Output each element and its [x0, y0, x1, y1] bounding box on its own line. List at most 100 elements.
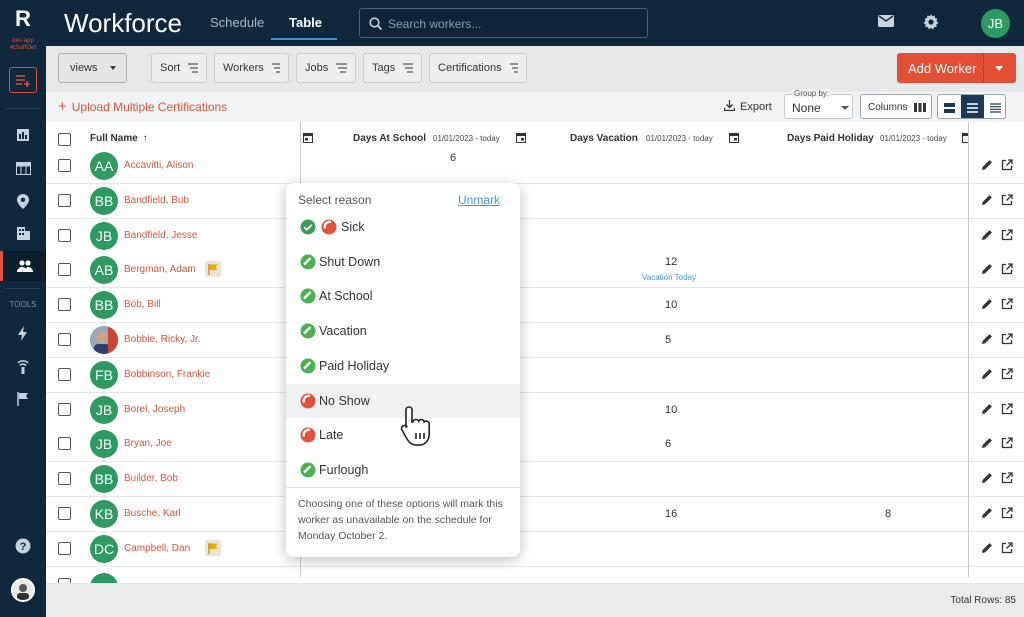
open-external-icon[interactable]: [1001, 368, 1013, 380]
worker-name-link[interactable]: Bandfield, Bub: [124, 195, 189, 206]
row-checkbox[interactable]: [58, 263, 71, 277]
open-external-icon[interactable]: [1001, 194, 1013, 206]
table-row-partial[interactable]: [46, 573, 1024, 584]
unmark-link[interactable]: Unmark: [458, 193, 500, 207]
gear-icon[interactable]: [923, 14, 939, 30]
edit-icon[interactable]: [981, 229, 993, 241]
reason-option-sick[interactable]: Sick: [286, 210, 520, 244]
worker-name-link[interactable]: Accavitti, Alison: [124, 160, 193, 171]
row-checkbox[interactable]: [58, 541, 71, 555]
upload-certifications-link[interactable]: + Upload Multiple Certifications: [58, 98, 227, 115]
row-checkbox[interactable]: [58, 298, 71, 312]
nav-locations[interactable]: [0, 186, 46, 216]
density-comfortable-button[interactable]: [984, 95, 1005, 118]
table-row[interactable]: JB Bandfield, Jesse: [46, 218, 1024, 254]
search-input[interactable]: Search workers...: [359, 8, 648, 38]
col-full-name[interactable]: Full Name ↑: [90, 133, 148, 144]
edit-icon[interactable]: [981, 194, 993, 206]
calendar-icon[interactable]: [729, 132, 739, 143]
row-checkbox[interactable]: [58, 228, 71, 242]
certifications-filter-button[interactable]: Certifications: [429, 53, 527, 83]
flag-badge[interactable]: [205, 261, 222, 278]
sort-button[interactable]: Sort: [151, 53, 207, 83]
columns-button[interactable]: Columns: [860, 94, 932, 119]
open-external-icon[interactable]: [1001, 263, 1013, 275]
row-checkbox[interactable]: [58, 472, 71, 486]
table-row[interactable]: BB Bandfield, Bub: [46, 183, 1024, 219]
worker-name-link[interactable]: Bandfield, Jesse: [124, 230, 197, 241]
edit-icon[interactable]: [981, 403, 993, 415]
new-item-button[interactable]: [9, 67, 37, 93]
table-row[interactable]: Bobbie, Ricky, Jr. 5: [46, 323, 1024, 358]
edit-icon[interactable]: [981, 368, 993, 380]
worker-name-link[interactable]: Busche, Karl: [124, 508, 181, 519]
worker-name-link[interactable]: Bobbinson, Frankie: [124, 369, 210, 380]
col-days-vacation[interactable]: Days Vacation: [570, 133, 638, 144]
open-external-icon[interactable]: [1001, 472, 1013, 484]
tags-filter-button[interactable]: Tags: [363, 53, 422, 83]
nav-workers[interactable]: [0, 251, 46, 281]
table-row[interactable]: DC Campbell, Dan: [46, 531, 1024, 567]
tab-table[interactable]: Table: [289, 15, 322, 30]
workers-filter-button[interactable]: Workers: [214, 53, 289, 83]
edit-icon[interactable]: [981, 472, 993, 484]
edit-icon[interactable]: [981, 298, 993, 310]
table-row[interactable]: AB Bergman, Adam 12 Vacation Today: [46, 253, 1024, 289]
worker-name-link[interactable]: Bryan, Joe: [124, 438, 172, 449]
reason-option-shut-down[interactable]: Shut Down: [286, 245, 520, 279]
worker-name-link[interactable]: Bobbie, Ricky, Jr.: [124, 334, 201, 345]
col-days-paid-holiday[interactable]: Days Paid Holiday: [787, 133, 874, 144]
jobs-filter-button[interactable]: Jobs: [296, 53, 356, 83]
open-external-icon[interactable]: [1001, 228, 1013, 241]
row-checkbox[interactable]: [58, 333, 71, 346]
row-checkbox[interactable]: [58, 367, 71, 381]
export-button[interactable]: Export: [723, 100, 772, 113]
reason-option-furlough[interactable]: Furlough: [286, 453, 520, 487]
worker-name-link[interactable]: Bergman, Adam: [124, 264, 196, 275]
chevron-down-icon[interactable]: [995, 66, 1003, 71]
edit-icon[interactable]: [981, 333, 993, 345]
group-by-select[interactable]: Group by: None: [784, 89, 853, 119]
tab-schedule[interactable]: Schedule: [210, 15, 264, 30]
open-external-icon[interactable]: [1001, 298, 1013, 310]
table-row[interactable]: BB Bob, Bill 10: [46, 288, 1024, 324]
table-row[interactable]: KB Busche, Karl 16 8: [46, 497, 1024, 532]
density-compact-button[interactable]: [938, 95, 961, 118]
user-avatar[interactable]: JB: [981, 9, 1010, 38]
nav-automation[interactable]: [0, 318, 46, 348]
open-external-icon[interactable]: [1001, 159, 1013, 171]
edit-icon[interactable]: [981, 542, 993, 554]
nav-flags[interactable]: [0, 384, 46, 414]
add-worker-button[interactable]: Add Worker: [897, 53, 1016, 83]
worker-name-link[interactable]: Builder, Bob: [124, 473, 178, 484]
col-days-at-school[interactable]: Days At School: [353, 133, 426, 144]
current-user-avatar[interactable]: [11, 578, 35, 602]
nav-broadcast[interactable]: [0, 351, 46, 381]
reason-option-at-school[interactable]: At School: [286, 279, 520, 313]
row-checkbox[interactable]: [58, 193, 71, 207]
edit-icon[interactable]: [981, 437, 993, 449]
views-dropdown[interactable]: views: [58, 53, 127, 83]
table-row[interactable]: BB Builder, Bob: [46, 462, 1024, 498]
row-checkbox[interactable]: [58, 437, 71, 451]
mail-icon[interactable]: [878, 15, 894, 27]
select-all-checkbox[interactable]: [58, 133, 71, 146]
edit-icon[interactable]: [981, 159, 993, 171]
calendar-icon[interactable]: [303, 132, 313, 143]
nav-reports[interactable]: [0, 120, 46, 150]
row-checkbox[interactable]: [58, 159, 71, 172]
open-external-icon[interactable]: [1001, 437, 1013, 449]
table-row[interactable]: AA Accavitti, Alison 6: [46, 149, 1024, 184]
app-logo[interactable]: R: [0, 6, 46, 32]
open-external-icon[interactable]: [1001, 333, 1013, 345]
open-external-icon[interactable]: [1001, 542, 1013, 554]
table-row[interactable]: FB Bobbinson, Frankie: [46, 357, 1024, 393]
calendar-icon[interactable]: [516, 132, 526, 143]
table-row[interactable]: JB Bryan, Joe 6: [46, 427, 1024, 463]
row-checkbox[interactable]: [58, 402, 71, 416]
edit-icon[interactable]: [981, 263, 993, 275]
worker-name-link[interactable]: Campbell, Dan: [124, 543, 190, 554]
table-row[interactable]: JB Borel, Joseph 10: [46, 392, 1024, 428]
open-external-icon[interactable]: [1001, 507, 1013, 519]
flag-badge[interactable]: [205, 539, 222, 556]
